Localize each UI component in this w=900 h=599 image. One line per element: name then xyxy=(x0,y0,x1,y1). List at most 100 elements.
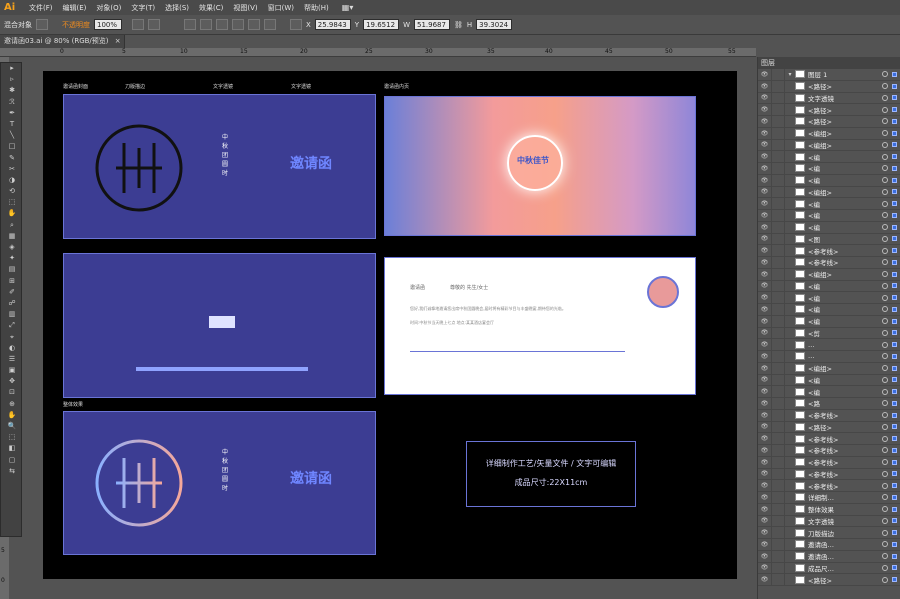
selection-indicator[interactable] xyxy=(892,412,897,418)
target-circle-icon[interactable] xyxy=(882,517,888,524)
layer-row[interactable]: 👁 <路径> xyxy=(758,116,900,128)
selection-indicator[interactable] xyxy=(892,436,897,442)
layer-row[interactable]: 👁 成品尺… xyxy=(758,562,900,575)
lock-toggle[interactable] xyxy=(771,233,785,245)
lock-toggle[interactable] xyxy=(771,80,785,92)
selection-indicator[interactable] xyxy=(892,165,897,171)
selection-indicator[interactable] xyxy=(892,224,897,230)
tool-button[interactable]: ▸ xyxy=(1,63,23,74)
tool-button[interactable]: ⌖ xyxy=(1,332,23,343)
tool-button[interactable]: ✋ xyxy=(1,208,23,219)
selection-indicator[interactable] xyxy=(892,118,897,124)
tool-button[interactable]: ⊞ xyxy=(1,276,23,287)
layer-row[interactable]: 👁 <参考线> xyxy=(758,468,900,481)
target-circle-icon[interactable] xyxy=(882,435,888,442)
layer-row[interactable]: 👁 <路径> xyxy=(758,421,900,434)
align-middle-icon[interactable] xyxy=(248,19,260,30)
inner-page-card[interactable]: 中秋佳节 xyxy=(384,96,696,236)
visibility-eye-icon[interactable]: 👁 xyxy=(758,282,771,289)
lock-toggle[interactable] xyxy=(771,198,785,209)
lock-toggle[interactable] xyxy=(771,562,785,574)
menu-effect[interactable]: 效果(C) xyxy=(194,3,228,13)
visibility-eye-icon[interactable]: 👁 xyxy=(758,564,771,571)
tool-button[interactable]: ℛ xyxy=(1,97,23,108)
info-box[interactable]: 详细制作工艺/矢量文件 / 文字可编辑 成品尺寸:22X11cm xyxy=(466,441,636,507)
target-circle-icon[interactable] xyxy=(882,388,888,395)
selection-indicator[interactable] xyxy=(892,577,897,583)
target-circle-icon[interactable] xyxy=(882,529,888,536)
lock-toggle[interactable] xyxy=(771,409,785,421)
target-circle-icon[interactable] xyxy=(882,153,888,160)
selection-indicator[interactable] xyxy=(892,154,897,160)
visibility-eye-icon[interactable]: 👁 xyxy=(758,259,771,266)
canvas[interactable]: 邀请函封面 刀版描边 文字透镜 文字透镜 中秋团圆时 邀请函 邀请函内页 中秋佳… xyxy=(22,57,756,599)
visibility-eye-icon[interactable]: 👁 xyxy=(758,200,771,207)
layer-row[interactable]: 👁 <剪 xyxy=(758,327,900,340)
lock-toggle[interactable] xyxy=(771,351,785,362)
layer-row[interactable]: 👁 <编组> xyxy=(758,127,900,140)
layer-row[interactable]: 👁 文字透镜 xyxy=(758,515,900,528)
visibility-eye-icon[interactable]: 👁 xyxy=(758,141,771,148)
cover-card[interactable]: 中秋团圆时 邀请函 xyxy=(63,94,376,239)
layer-row[interactable]: 👁 文字透镜 xyxy=(758,92,900,105)
visibility-eye-icon[interactable]: 👁 xyxy=(758,447,771,454)
lock-toggle[interactable] xyxy=(771,186,785,198)
visibility-eye-icon[interactable]: 👁 xyxy=(758,353,771,360)
target-circle-icon[interactable] xyxy=(882,447,888,454)
tool-button[interactable]: ⬚ xyxy=(1,197,23,208)
selection-indicator[interactable] xyxy=(892,95,897,101)
lock-toggle[interactable] xyxy=(771,503,785,515)
menu-object[interactable]: 对象(O) xyxy=(91,3,126,13)
target-circle-icon[interactable] xyxy=(882,318,888,325)
visibility-eye-icon[interactable]: 👁 xyxy=(758,94,771,101)
selection-indicator[interactable] xyxy=(892,318,897,324)
lock-toggle[interactable] xyxy=(771,480,785,491)
tool-button[interactable]: ◧ xyxy=(1,443,23,454)
layer-row[interactable]: 👁 <编组> xyxy=(758,139,900,152)
visibility-eye-icon[interactable]: 👁 xyxy=(758,271,771,278)
target-circle-icon[interactable] xyxy=(882,224,888,231)
visibility-eye-icon[interactable]: 👁 xyxy=(758,130,771,137)
target-circle-icon[interactable] xyxy=(882,576,888,583)
selection-indicator[interactable] xyxy=(892,506,897,512)
tool-button[interactable]: ▥ xyxy=(1,309,23,320)
target-circle-icon[interactable] xyxy=(882,353,888,360)
selection-indicator[interactable] xyxy=(892,107,897,113)
transform-icon[interactable] xyxy=(290,19,302,30)
target-circle-icon[interactable] xyxy=(882,541,888,548)
layer-row[interactable]: 👁 <编 xyxy=(758,210,900,222)
lock-toggle[interactable] xyxy=(771,221,785,233)
target-circle-icon[interactable] xyxy=(882,165,888,172)
layer-row[interactable]: 👁 <参考线> xyxy=(758,456,900,469)
middle-card[interactable] xyxy=(63,253,376,398)
layer-row[interactable]: 👁… xyxy=(758,339,900,351)
target-circle-icon[interactable] xyxy=(882,470,888,477)
tool-button[interactable]: □ xyxy=(1,141,23,152)
selection-indicator[interactable] xyxy=(892,400,897,406)
selection-indicator[interactable] xyxy=(892,248,897,254)
layer-row[interactable]: 👁 <编组> xyxy=(758,186,900,199)
horizontal-ruler[interactable]: 0 5 10 15 20 25 30 35 40 45 50 55 xyxy=(0,48,756,57)
lock-toggle[interactable] xyxy=(771,174,785,186)
tool-button[interactable]: ◈ xyxy=(1,242,23,253)
target-circle-icon[interactable] xyxy=(882,235,888,242)
visibility-eye-icon[interactable]: 👁 xyxy=(758,153,771,160)
visibility-eye-icon[interactable]: 👁 xyxy=(758,294,771,301)
lock-toggle[interactable] xyxy=(771,515,785,527)
visibility-eye-icon[interactable]: 👁 xyxy=(758,165,771,172)
target-circle-icon[interactable] xyxy=(882,506,888,513)
lock-toggle[interactable] xyxy=(771,304,785,315)
selection-indicator[interactable] xyxy=(892,459,897,465)
x-field[interactable]: 25.9843 xyxy=(314,19,351,30)
target-circle-icon[interactable] xyxy=(882,94,888,101)
tool-button[interactable]: ☰ xyxy=(1,354,23,365)
h-field[interactable]: 39.3024 xyxy=(476,19,513,30)
layer-row[interactable]: 👁 <路径> xyxy=(758,574,900,586)
menu-help[interactable]: 帮助(H) xyxy=(299,3,334,13)
close-tab-icon[interactable]: × xyxy=(115,37,121,45)
tool-button[interactable]: ⇆ xyxy=(1,466,23,477)
target-circle-icon[interactable] xyxy=(882,294,888,301)
selection-indicator[interactable] xyxy=(892,389,897,395)
tool-button[interactable]: ✒ xyxy=(1,108,23,119)
lock-toggle[interactable] xyxy=(771,268,785,280)
